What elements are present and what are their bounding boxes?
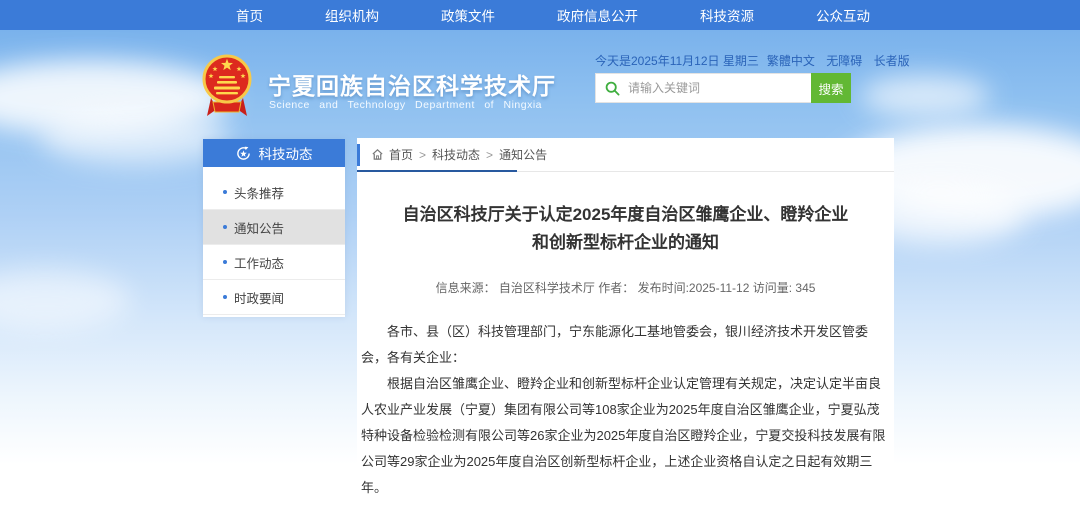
sidebar-title: 科技动态: [259, 143, 313, 163]
search-input-wrap: [595, 73, 811, 103]
page: 首页 组织机构 政策文件 政府信息公开 科技资源 公众互动: [0, 0, 1080, 513]
sidebar-item-label: 工作动态: [234, 253, 284, 272]
bullet-dot-icon: [223, 295, 227, 299]
search-bar: 搜索: [595, 73, 851, 103]
search-icon: [605, 81, 620, 96]
utility-links: 繁體中文 无障碍 长者版: [759, 52, 910, 69]
bullet-dot-icon: [223, 190, 227, 194]
article-title-line1: 自治区科技厅关于认定2025年度自治区雏鹰企业、瞪羚企业: [403, 205, 849, 224]
search-input[interactable]: [596, 74, 811, 102]
breadcrumb: 首页 > 科技动态 > 通知公告: [357, 138, 894, 171]
sidebar-list: 头条推荐 通知公告 工作动态 时政要闻: [203, 167, 345, 315]
top-nav: 首页 组织机构 政策文件 政府信息公开 科技资源 公众互动: [0, 0, 1080, 30]
article-body: 各市、县（区）科技管理部门，宁东能源化工基地管委会，银川经济技术开发区管委会，各…: [361, 319, 890, 501]
nav-item-home[interactable]: 首页: [236, 5, 263, 25]
main-content-panel: 首页 > 科技动态 > 通知公告 自治区科技厅关于认定2025年度自治区雏鹰企业…: [357, 138, 894, 513]
sidebar-item-notices[interactable]: 通知公告: [203, 210, 345, 245]
article-paragraph: 各市、县（区）科技管理部门，宁东能源化工基地管委会，银川经济技术开发区管委会，各…: [361, 319, 890, 371]
home-icon: [371, 148, 384, 161]
article-title-line2: 和创新型标杆企业的通知: [532, 233, 719, 252]
site-header: 宁夏回族自治区科学技术厅 Science and Technology Depa…: [0, 30, 1080, 140]
article-paragraph: 根据自治区雏鹰企业、瞪羚企业和创新型标杆企业认定管理有关规定，决定认定半亩良人农…: [361, 371, 890, 501]
bullet-dot-icon: [223, 225, 227, 229]
current-date: 今天是2025年11月12日 星期三: [595, 52, 759, 69]
header-utility-row: 今天是2025年11月12日 星期三 繁體中文 无障碍 长者版: [595, 52, 871, 69]
sidebar: 科技动态 头条推荐 通知公告 工作动态 时政要闻: [203, 139, 345, 317]
nav-item-organization[interactable]: 组织机构: [325, 5, 379, 25]
bullet-dot-icon: [223, 260, 227, 264]
nav-item-gov-info-disclosure[interactable]: 政府信息公开: [557, 5, 638, 25]
nav-item-sci-tech-resources[interactable]: 科技资源: [700, 5, 754, 25]
sidebar-item-political-news[interactable]: 时政要闻: [203, 280, 345, 315]
site-title: 宁夏回族自治区科学技术厅: [268, 67, 556, 101]
sidebar-header: 科技动态: [203, 139, 345, 167]
sidebar-item-label: 时政要闻: [234, 288, 284, 307]
site-subtitle-english: Science and Technology Department of Nin…: [269, 99, 542, 111]
breadcrumb-notices[interactable]: 通知公告: [499, 146, 547, 163]
sidebar-item-work-updates[interactable]: 工作动态: [203, 245, 345, 280]
traditional-chinese-link[interactable]: 繁體中文: [767, 54, 815, 68]
breadcrumb-separator: >: [486, 148, 493, 162]
breadcrumb-divider-accent: [357, 170, 517, 172]
breadcrumb-divider: [357, 171, 894, 172]
breadcrumb-sci-tech-news[interactable]: 科技动态: [432, 146, 480, 163]
sidebar-item-headline-recommend[interactable]: 头条推荐: [203, 175, 345, 210]
breadcrumb-separator: >: [419, 148, 426, 162]
sidebar-item-label: 通知公告: [234, 218, 284, 237]
nav-item-policy-documents[interactable]: 政策文件: [441, 5, 495, 25]
cloud-decoration: [0, 270, 130, 330]
breadcrumb-home[interactable]: 首页: [389, 146, 413, 163]
nav-item-public-interaction[interactable]: 公众互动: [816, 5, 870, 25]
article-title: 自治区科技厅关于认定2025年度自治区雏鹰企业、瞪羚企业 和创新型标杆企业的通知: [385, 201, 866, 257]
accessibility-link[interactable]: 无障碍: [826, 54, 862, 68]
elder-version-link[interactable]: 长者版: [874, 54, 910, 68]
national-emblem-logo-icon: [201, 54, 253, 120]
sidebar-item-label: 头条推荐: [234, 183, 284, 202]
sci-tech-news-icon: [236, 146, 251, 161]
search-button[interactable]: 搜索: [811, 73, 851, 103]
article-meta: 信息来源： 自治区科学技术厅 作者： 发布时间:2025-11-12 访问量: …: [357, 279, 894, 296]
breadcrumb-accent-bar: [357, 144, 360, 166]
